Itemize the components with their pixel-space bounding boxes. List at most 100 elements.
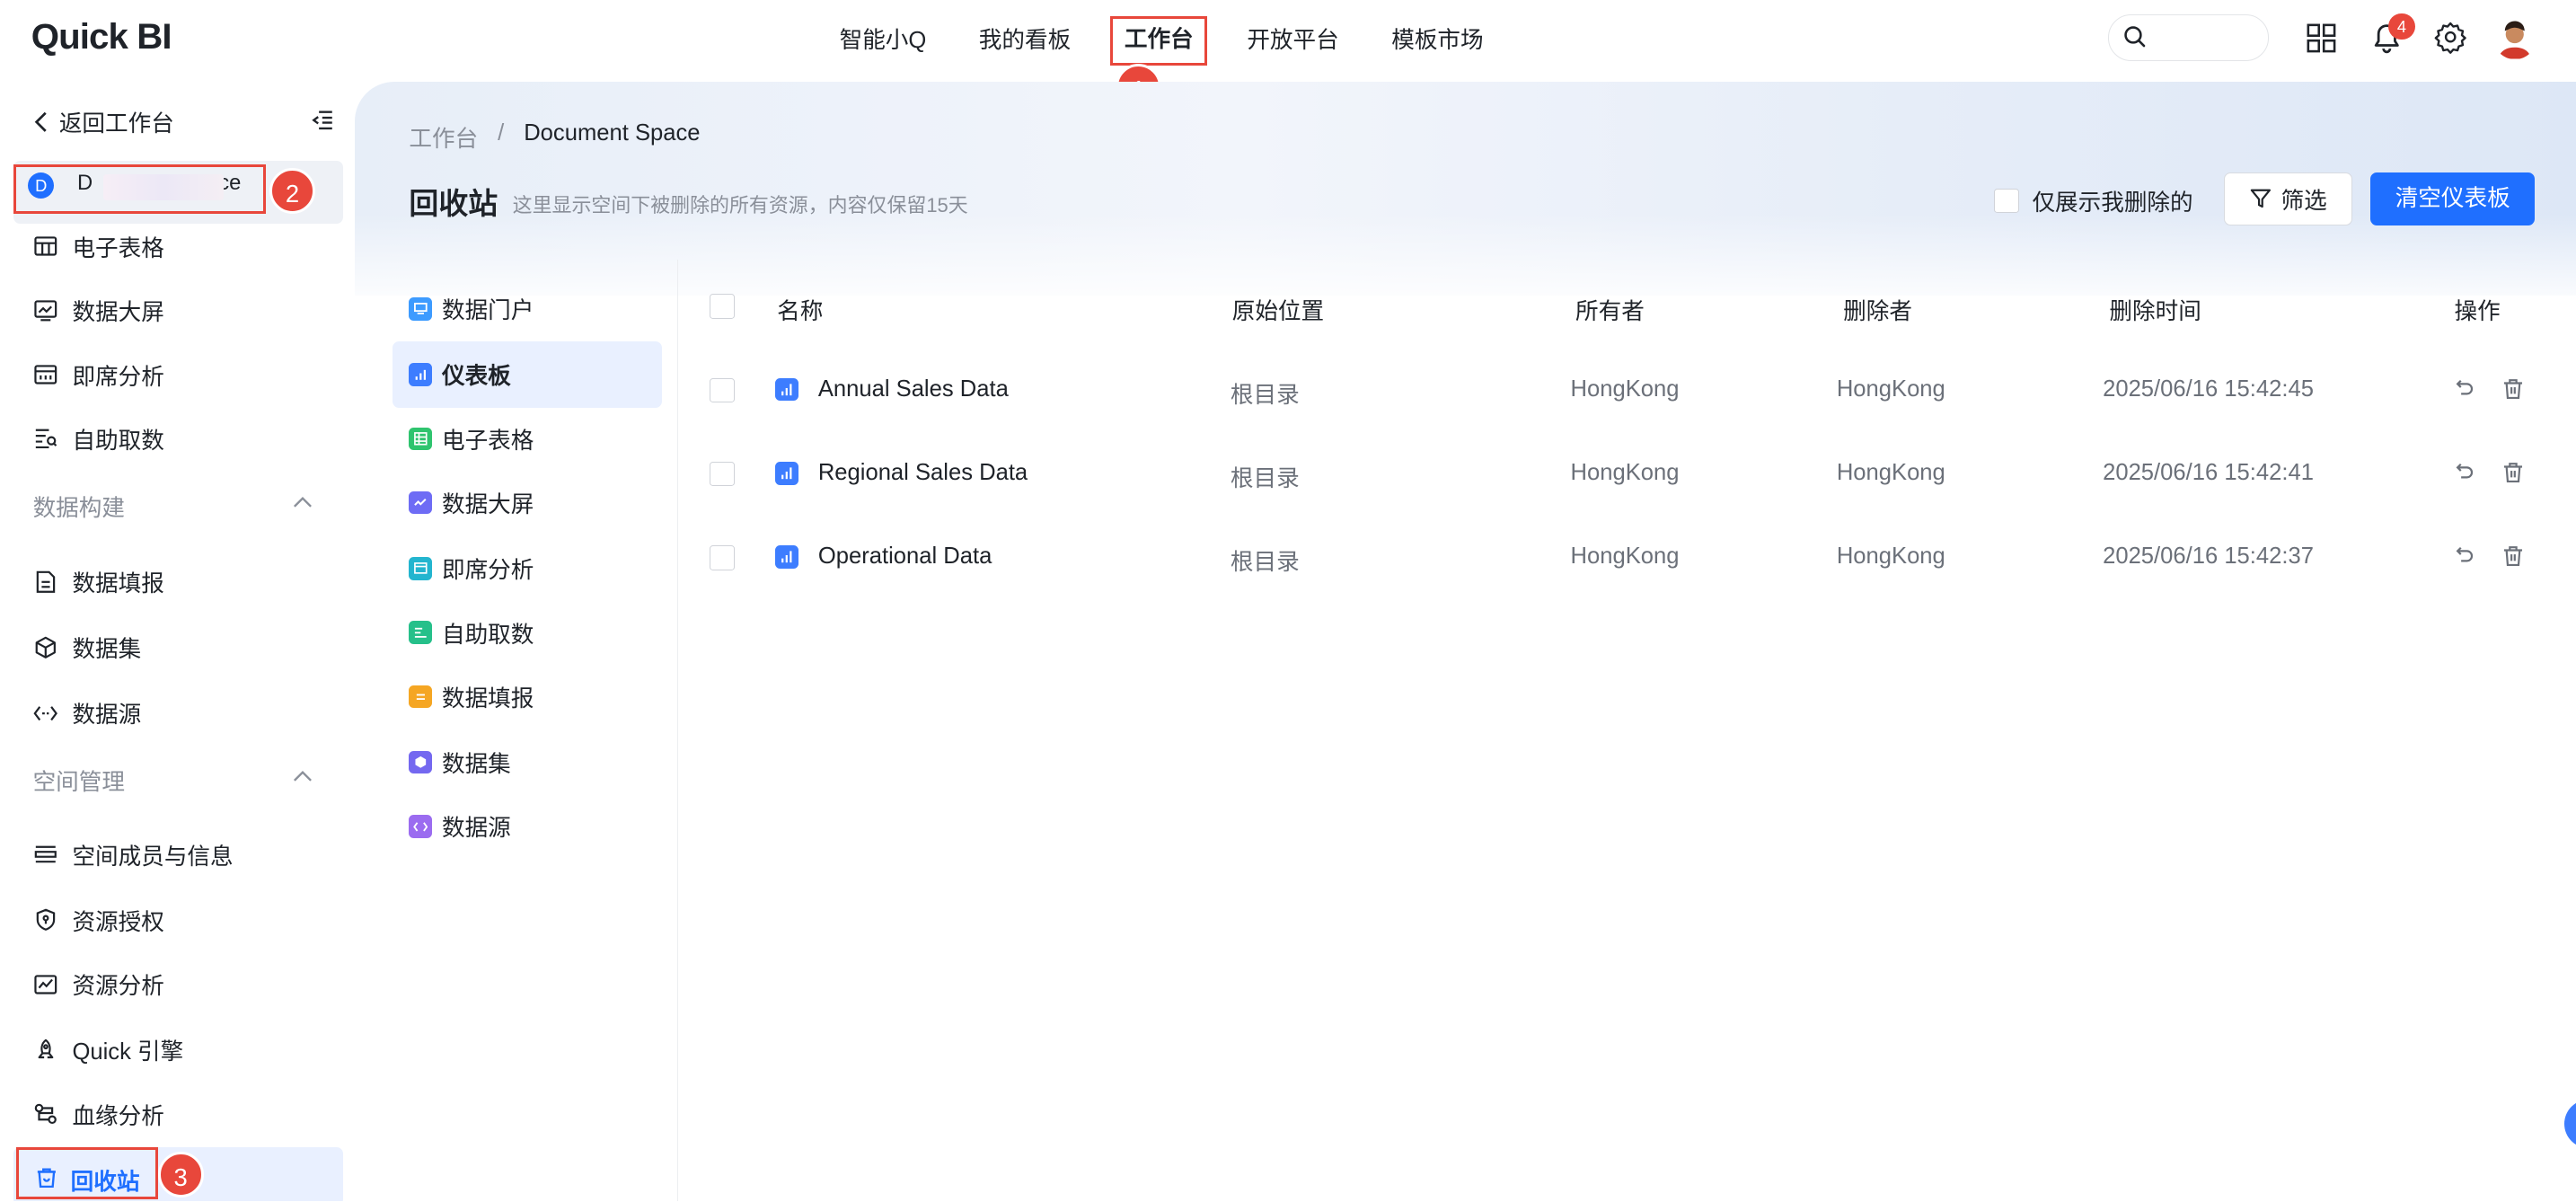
type-label: 自助取数 — [441, 622, 534, 648]
analysis-icon — [33, 971, 59, 997]
header-operations: 操作 — [2454, 298, 2501, 324]
row-owner: HongKong — [1570, 544, 1680, 570]
type-item-data-portal[interactable]: 数据门户 — [393, 276, 662, 341]
delete-icon[interactable] — [2503, 462, 2523, 483]
adhoc-icon — [33, 361, 59, 387]
header-owner[interactable]: 所有者 — [1575, 293, 1645, 326]
type-item-spreadsheet[interactable]: 电子表格 — [393, 406, 662, 472]
sidebar-item-recycle-bin[interactable]: 回收站 3 — [13, 1146, 344, 1201]
chevron-left-icon — [33, 110, 49, 134]
table-row[interactable]: Regional Sales Data 根目录 HongKong HongKon… — [680, 429, 2576, 512]
sidebar-item-resource-auth[interactable]: 资源授权 — [33, 904, 164, 937]
type-label: 数据源 — [441, 816, 511, 842]
notification-count-badge: 4 — [2388, 13, 2415, 40]
restore-icon[interactable] — [2453, 545, 2475, 567]
datasource-icon — [33, 700, 59, 726]
gear-icon[interactable] — [2433, 20, 2467, 54]
sidebar-item-label: 数据源 — [72, 703, 142, 729]
type-item-data-form[interactable]: 数据填报 — [393, 664, 662, 729]
search-icon — [2123, 25, 2147, 49]
dashboard-file-icon — [775, 545, 798, 569]
filter-button[interactable]: 筛选 — [2224, 172, 2353, 225]
group-data-build[interactable]: 数据构建 — [33, 490, 312, 523]
row-checkbox[interactable] — [710, 377, 735, 403]
type-item-adhoc[interactable]: 即席分析 — [393, 535, 662, 601]
restore-icon[interactable] — [2453, 462, 2475, 483]
table-row[interactable]: Annual Sales Data 根目录 HongKong HongKong … — [680, 345, 2576, 429]
row-name[interactable]: Annual Sales Data — [818, 376, 1009, 402]
breadcrumb-root[interactable]: 工作台 — [409, 120, 478, 154]
row-owner: HongKong — [1570, 460, 1680, 486]
row-checkbox[interactable] — [710, 545, 735, 570]
nav-my-dashboard[interactable]: 我的看板 — [966, 16, 1084, 66]
type-item-self-service[interactable]: 自助取数 — [393, 600, 662, 666]
nav-open-platform[interactable]: 开放平台 — [1234, 16, 1353, 66]
search-input[interactable] — [2154, 22, 2254, 52]
row-location: 根目录 — [1230, 466, 1300, 492]
breadcrumb-current: Document Space — [524, 119, 701, 146]
type-item-datasource[interactable]: 数据源 — [393, 793, 662, 859]
row-location: 根目录 — [1230, 550, 1300, 576]
search-box[interactable] — [2107, 14, 2269, 61]
type-item-data-screen[interactable]: 数据大屏 — [393, 470, 662, 535]
header-location[interactable]: 原始位置 — [1232, 293, 1324, 326]
row-deleter: HongKong — [1836, 460, 1945, 486]
nav-smart-q[interactable]: 智能小Q — [826, 16, 940, 66]
header-time[interactable]: 删除时间 — [2109, 293, 2201, 326]
select-all-checkbox[interactable] — [710, 294, 735, 319]
group-label: 空间管理 — [32, 770, 125, 796]
sidebar-item-quick-engine[interactable]: Quick 引擎 — [33, 1033, 183, 1066]
sidebar-item-adhoc[interactable]: 即席分析 — [33, 358, 164, 392]
row-name[interactable]: Operational Data — [818, 544, 992, 570]
type-item-dataset[interactable]: 数据集 — [393, 729, 662, 795]
sidebar-item-members[interactable]: 空间成员与信息 — [33, 838, 234, 871]
group-space-management[interactable]: 空间管理 — [32, 764, 312, 797]
portal-icon — [409, 297, 432, 321]
sidebar-item-self-service[interactable]: 自助取数 — [33, 422, 164, 455]
delete-icon[interactable] — [2503, 378, 2523, 400]
clear-dashboards-button[interactable]: 清空仪表板 — [2370, 172, 2536, 225]
rocket-icon — [33, 1037, 59, 1063]
cube-icon — [409, 750, 432, 774]
apps-grid-icon[interactable] — [2307, 23, 2336, 53]
breadcrumb: 工作台 / Document Space — [409, 120, 700, 154]
sidebar-item-resource-analysis[interactable]: 资源分析 — [33, 968, 164, 1001]
header-name[interactable]: 名称 — [777, 293, 823, 326]
sidebar-item-label: 数据集 — [72, 637, 142, 663]
row-checkbox[interactable] — [710, 461, 735, 487]
sidebar-item-data-screen[interactable]: 数据大屏 — [33, 294, 164, 327]
type-label: 数据门户 — [441, 298, 534, 324]
collapse-sidebar-icon[interactable] — [311, 109, 334, 132]
page-title: 回收站 — [409, 187, 498, 221]
sidebar-item-data-form[interactable]: 数据填报 — [33, 565, 164, 598]
header-deleter[interactable]: 删除者 — [1843, 293, 1912, 326]
nav-template-market[interactable]: 模板市场 — [1379, 16, 1497, 66]
only-mine-checkbox[interactable]: 仅展示我删除的 — [1994, 184, 2193, 217]
row-name[interactable]: Regional Sales Data — [818, 460, 1028, 486]
checkbox[interactable] — [1994, 188, 2019, 214]
sidebar-item-dataset[interactable]: 数据集 — [33, 631, 142, 664]
nav-workbench[interactable]: 工作台 — [1110, 16, 1208, 66]
quick-bi-logo[interactable]: Quick BI — [31, 16, 172, 57]
only-mine-label: 仅展示我删除的 — [2032, 190, 2193, 216]
delete-icon[interactable] — [2503, 545, 2523, 567]
table-row[interactable]: Operational Data 根目录 HongKong HongKong 2… — [680, 513, 2576, 597]
user-avatar[interactable] — [2493, 16, 2536, 59]
sidebar-item-spreadsheet[interactable]: 电子表格 — [33, 230, 164, 263]
spreadsheet-icon — [409, 427, 432, 451]
row-time: 2025/06/16 15:42:45 — [2103, 376, 2314, 402]
filter-icon — [2250, 188, 2272, 209]
chevron-up-icon — [293, 769, 313, 782]
adhoc-icon — [409, 557, 432, 580]
space-selector[interactable]: D Dce 2 — [13, 161, 344, 224]
screen-icon — [409, 491, 432, 515]
sidebar-item-datasource[interactable]: 数据源 — [33, 696, 142, 729]
sidebar-item-label: 血缘分析 — [72, 1103, 164, 1129]
breadcrumb-separator: / — [498, 119, 505, 146]
back-to-workbench[interactable]: 返回工作台 — [33, 105, 174, 138]
datasource-icon — [409, 815, 432, 838]
sidebar-item-lineage[interactable]: 血缘分析 — [33, 1098, 164, 1131]
recycle-bin-label: 回收站 — [70, 1169, 140, 1195]
type-item-dashboard[interactable]: 仪表板 — [393, 341, 663, 408]
restore-icon[interactable] — [2453, 378, 2475, 400]
